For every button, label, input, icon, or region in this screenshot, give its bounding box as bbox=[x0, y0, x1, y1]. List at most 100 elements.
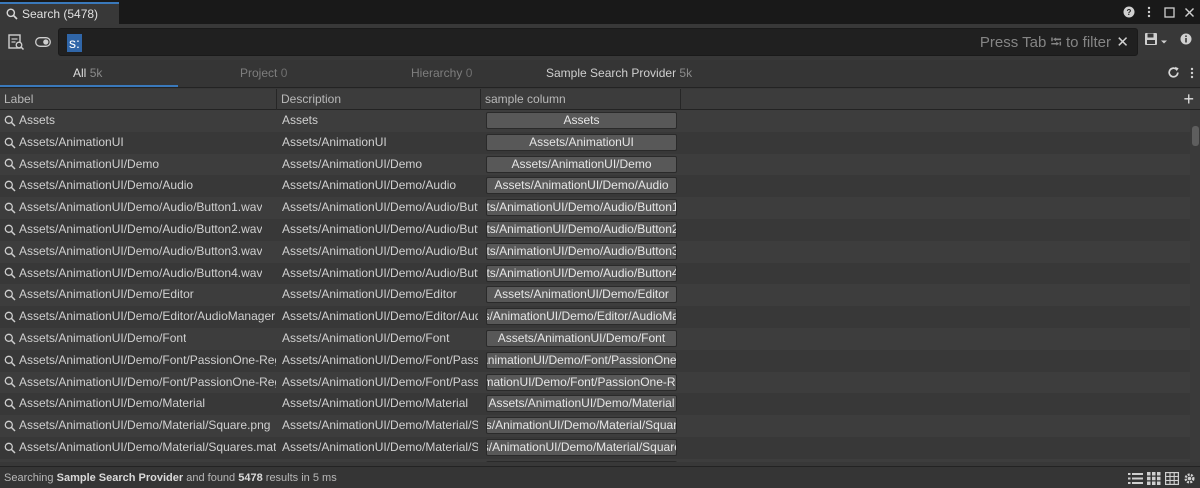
more-options-icon[interactable] bbox=[1190, 67, 1194, 82]
column-header-sample[interactable]: sample column bbox=[481, 89, 681, 110]
maximize-icon[interactable] bbox=[1162, 5, 1176, 19]
chevron-down-icon bbox=[1160, 34, 1168, 48]
row-label-cell: Assets/AnimationUI/Demo bbox=[0, 154, 276, 176]
table-row[interactable]: Assets/AnimationUI/Demo/Audio Assets/Anim… bbox=[0, 175, 1190, 198]
row-label: Assets/AnimationUI/Demo/Material bbox=[19, 396, 206, 411]
tab-all[interactable]: All 5k bbox=[73, 60, 102, 88]
table-row[interactable]: Assets/AnimationUI/Demo/Prefab Assets/Ani… bbox=[0, 458, 1190, 463]
row-label: Assets/AnimationUI/Demo bbox=[19, 156, 160, 171]
table-row[interactable]: Assets/AnimationUI/Demo/Audio/Button3.wa… bbox=[0, 240, 1190, 263]
table-row[interactable]: Assets Assets Assets bbox=[0, 110, 1190, 132]
search-result-icon bbox=[4, 289, 16, 301]
table-row[interactable]: Assets/AnimationUI/Demo/Font/PassionOne-… bbox=[0, 349, 1190, 372]
table-row[interactable]: Assets/AnimationUI/Demo/Material/Squares… bbox=[0, 436, 1190, 459]
row-description: Assets/AnimationUI bbox=[282, 134, 387, 149]
list-view-icon[interactable] bbox=[1128, 471, 1143, 488]
row-label: Assets/AnimationUI/Demo/Audio/Button1.wa… bbox=[19, 200, 263, 215]
status-middle: and found bbox=[186, 472, 236, 484]
sample-column-button[interactable]: Assets/AnimationUI/Demo/Audio/Button4.wa… bbox=[486, 264, 677, 282]
sample-column-button[interactable]: Assets/AnimationUI/Demo/Editor bbox=[486, 286, 677, 304]
more-icon[interactable] bbox=[1142, 5, 1156, 19]
row-description: Assets bbox=[282, 113, 319, 127]
sample-column-button[interactable]: Assets/AnimationUI/Demo/Material/Squares… bbox=[486, 438, 677, 456]
sample-column-button[interactable]: Assets/AnimationUI/Demo/Prefab bbox=[486, 460, 677, 462]
row-label-cell: Assets bbox=[0, 110, 276, 132]
table-row[interactable]: Assets/AnimationUI/Demo/Audio/Button2.wa… bbox=[0, 218, 1190, 241]
table-row[interactable]: Assets/AnimationUI/Demo/Audio/Button1.wa… bbox=[0, 197, 1190, 219]
row-label: Assets/AnimationUI/Demo/Font/PassionOne-… bbox=[19, 374, 276, 389]
row-description: Assets/AnimationUI/Demo/Editor bbox=[282, 287, 457, 302]
close-icon[interactable] bbox=[1182, 5, 1196, 19]
search-result-icon bbox=[4, 398, 16, 410]
row-label: Assets/AnimationUI bbox=[19, 134, 124, 149]
search-result-icon bbox=[4, 180, 16, 192]
add-column-icon[interactable]: + bbox=[1183, 90, 1194, 108]
table-row[interactable]: Assets/AnimationUI Assets/AnimationUI Asse… bbox=[0, 131, 1190, 154]
refresh-icon[interactable] bbox=[1167, 66, 1180, 82]
table-row[interactable]: Assets/AnimationUI/Demo/Font Assets/Anima… bbox=[0, 327, 1190, 350]
row-label: Assets/AnimationUI/Demo/Audio/Button4.wa… bbox=[19, 265, 263, 280]
table-row[interactable]: Assets/AnimationUI/Demo/Audio/Button4.wa… bbox=[0, 262, 1190, 285]
sample-column-button[interactable]: Assets/AnimationUI/Demo/Font bbox=[486, 329, 677, 347]
search-result-icon bbox=[4, 333, 16, 345]
tab-sample-search-provider[interactable]: Sample Search Provider 5k bbox=[546, 60, 692, 88]
status-count: 5478 bbox=[238, 472, 263, 484]
sample-column-button[interactable]: Assets/AnimationUI/Demo/Font/PassionOne-… bbox=[486, 351, 677, 369]
search-input[interactable]: s: Press Tab ⭾ to filter ✕ bbox=[58, 28, 1138, 56]
tab-project[interactable]: Project 0 bbox=[240, 60, 287, 88]
compact-grid-view-icon[interactable] bbox=[1147, 471, 1161, 488]
sample-column-button[interactable]: Assets/AnimationUI/Demo/Editor/AudioMana… bbox=[486, 308, 677, 326]
search-query[interactable]: s: bbox=[67, 34, 82, 52]
row-label-cell: Assets/AnimationUI/Demo/Material/Squares… bbox=[0, 437, 276, 459]
provider-tabs: All 5k Project 0 Hierarchy 0 Sample Sear… bbox=[0, 60, 1200, 88]
search-result-icon bbox=[4, 115, 16, 127]
window-tab-bar: Search (5478) ? bbox=[0, 0, 1200, 24]
settings-icon[interactable] bbox=[1183, 471, 1196, 488]
sample-column-button-label: Assets/AnimationUI/Demo/Editor/AudioMana… bbox=[486, 309, 676, 324]
sample-column-button[interactable]: Assets/AnimationUI/Demo/Audio/Button1.wa… bbox=[486, 199, 677, 217]
sample-column-button[interactable]: Assets/AnimationUI bbox=[486, 133, 677, 151]
clear-search-icon[interactable]: ✕ bbox=[1116, 33, 1129, 51]
row-label: Assets/AnimationUI/Demo/Prefab bbox=[19, 459, 198, 463]
column-header-label[interactable]: Label bbox=[0, 89, 277, 110]
table-row[interactable]: Assets/AnimationUI/Demo Assets/AnimationU… bbox=[0, 153, 1190, 176]
table-view-icon[interactable] bbox=[1165, 471, 1180, 488]
search-result-icon bbox=[4, 355, 16, 367]
toggle-icon[interactable] bbox=[33, 32, 53, 52]
row-label: Assets bbox=[19, 113, 56, 127]
search-result-icon bbox=[4, 267, 16, 279]
sample-column-button[interactable]: Assets/AnimationUI/Demo/Audio bbox=[486, 177, 677, 195]
row-label-cell: Assets/AnimationUI/Demo/Audio/Button3.wa… bbox=[0, 241, 276, 263]
sample-column-button-label: Assets/AnimationUI/Demo/Audio/Button4.wa… bbox=[486, 265, 676, 280]
save-search-button[interactable] bbox=[1144, 32, 1168, 49]
vertical-scrollbar[interactable] bbox=[1190, 110, 1200, 462]
saved-searches-icon[interactable] bbox=[6, 32, 26, 52]
sample-column-button[interactable]: Assets/AnimationUI/Demo/Material bbox=[486, 395, 677, 413]
search-result-icon bbox=[4, 420, 16, 432]
table-row[interactable]: Assets/AnimationUI/Demo/Material/Square.… bbox=[0, 415, 1190, 437]
sample-column-button-label: Assets/AnimationUI/Demo/Material bbox=[488, 396, 675, 411]
sample-column-button[interactable]: Assets/AnimationUI/Demo/Audio/Button3.wa… bbox=[486, 242, 677, 260]
table-row[interactable]: Assets/AnimationUI/Demo/Editor Assets/Ani… bbox=[0, 284, 1190, 307]
sample-column-button[interactable]: Assets/AnimationUI/Demo/Material/Square.… bbox=[486, 417, 677, 435]
column-header-description[interactable]: Description bbox=[277, 89, 481, 110]
status-prefix: Searching bbox=[4, 472, 54, 484]
row-description: Assets/AnimationUI/Demo/Prefab bbox=[282, 459, 478, 463]
row-description: Assets/AnimationUI/Demo/Font/PassionOne-… bbox=[282, 352, 478, 367]
table-row[interactable]: Assets/AnimationUI/Demo/Font/PassionOne-… bbox=[0, 371, 1190, 394]
table-header: Label Description sample column + bbox=[0, 89, 1200, 110]
info-icon[interactable] bbox=[1180, 33, 1192, 48]
search-window-tab[interactable]: Search (5478) bbox=[0, 2, 119, 24]
sample-column-button[interactable]: Assets/AnimationUI/Demo bbox=[486, 155, 677, 173]
sample-column-button[interactable]: Assets/AnimationUI/Demo/Audio/Button2.wa… bbox=[486, 220, 677, 238]
table-row[interactable]: Assets/AnimationUI/Demo/Material Assets/A… bbox=[0, 393, 1190, 416]
table-row[interactable]: Assets/AnimationUI/Demo/Editor/AudioMana… bbox=[0, 306, 1190, 328]
tab-hierarchy[interactable]: Hierarchy 0 bbox=[411, 60, 472, 88]
sample-column-button[interactable]: Assets/AnimationUI/Demo/Font/PassionOne-… bbox=[486, 373, 677, 391]
help-icon[interactable]: ? bbox=[1122, 5, 1136, 19]
sample-column-button-label: Assets/AnimationUI/Demo/Font/PassionOne-… bbox=[487, 374, 676, 389]
sample-column-button[interactable]: Assets bbox=[486, 112, 677, 129]
scrollbar-thumb[interactable] bbox=[1192, 126, 1199, 146]
sample-column-button-label: Assets/AnimationUI/Demo/Editor bbox=[494, 287, 669, 302]
row-label-cell: Assets/AnimationUI/Demo/Material bbox=[0, 393, 276, 415]
